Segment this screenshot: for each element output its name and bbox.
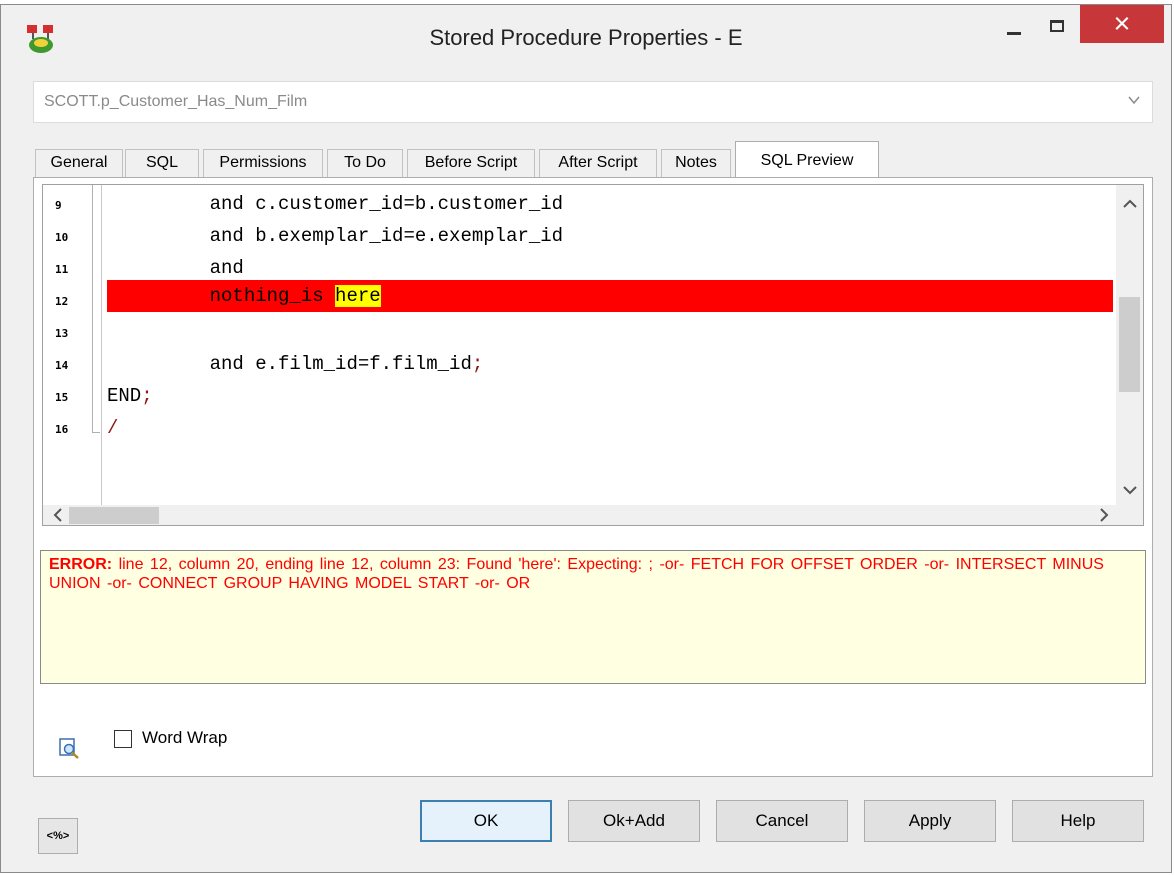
code-text: END [107,385,142,407]
line-number: 14 [55,359,69,372]
object-selector-value: SCOTT.p_Customer_Has_Num_Film [44,93,308,110]
fold-end [92,432,100,433]
minimize-button[interactable] [991,5,1041,45]
error-message: ERROR: line 12, column 20, ending line 1… [49,555,1139,593]
help-button[interactable]: Help [1012,800,1144,842]
horizontal-scrollbar[interactable] [43,505,1143,525]
object-selector-dropdown[interactable]: SCOTT.p_Customer_Has_Num_Film [33,81,1153,123]
tab-general[interactable]: General [35,149,123,177]
ok-button[interactable]: OK [420,800,552,842]
tab-strip: General SQL Permissions To Do Before Scr… [33,141,1153,179]
tab-to-do[interactable]: To Do [327,149,403,177]
code-punctuation: ; [141,385,153,407]
code-line: and c.customer_id=b.customer_id [107,193,564,215]
code-line: and [107,257,244,279]
code-punctuation: / [107,417,119,439]
line-number: 11 [55,263,69,276]
vertical-scrollbar[interactable] [1116,185,1143,505]
vertical-scroll-thumb[interactable] [1119,297,1140,392]
line-number: 13 [55,327,69,340]
apply-button[interactable]: Apply [864,800,996,842]
code-line: / [107,413,118,443]
sql-preview-page: 9 10 11 12 13 14 15 16 and c.customer_id… [33,177,1153,777]
line-number: 12 [55,295,69,308]
word-wrap-label[interactable]: Word Wrap [142,728,227,748]
scroll-left-icon[interactable] [49,506,67,524]
title-bar[interactable]: Stored Procedure Properties - E [1,5,1171,77]
tab-sql-preview[interactable]: SQL Preview [735,141,879,179]
code-text: nothing_is [107,285,336,307]
sql-editor[interactable]: 9 10 11 12 13 14 15 16 and c.customer_id… [42,184,1144,526]
error-token: here [335,285,381,307]
line-number: 15 [55,391,69,404]
scroll-down-icon[interactable] [1121,481,1139,499]
error-detail: line 12, column 20, ending line 12, colu… [49,556,1104,592]
fold-line [92,185,93,433]
word-wrap-checkbox[interactable] [114,730,132,748]
ok-add-button[interactable]: Ok+Add [568,800,700,842]
cancel-button[interactable]: Cancel [716,800,848,842]
horizontal-scroll-thumb[interactable] [69,507,159,524]
maximize-button[interactable] [1041,5,1077,45]
code-text: and e.film_id=f.film_id [107,353,472,375]
tab-notes[interactable]: Notes [661,149,731,177]
scroll-up-icon[interactable] [1121,195,1139,213]
tab-after-script[interactable]: After Script [539,149,657,177]
scroll-right-icon[interactable] [1095,506,1113,524]
code-line: and b.exemplar_id=e.exemplar_id [107,225,564,247]
line-number: 16 [55,423,69,436]
error-label: ERROR: [49,556,113,573]
line-number: 10 [55,231,69,244]
close-button[interactable] [1080,5,1164,43]
macro-button[interactable]: <%> [38,818,78,854]
tab-permissions[interactable]: Permissions [203,149,323,177]
line-number-gutter: 9 10 11 12 13 14 15 16 [43,185,102,505]
code-line: END; [107,381,153,411]
line-number: 9 [55,199,62,212]
code-punctuation: ; [471,353,484,375]
dialog-window: Stored Procedure Properties - E SCOTT.p_… [0,4,1172,873]
chevron-down-icon [1128,96,1140,105]
code-line: and e.film_id=f.film_id; [107,349,484,379]
tab-before-script[interactable]: Before Script [407,149,535,177]
code-line-error: nothing_is here [107,281,381,311]
tab-sql[interactable]: SQL [125,149,199,177]
error-panel[interactable]: ERROR: line 12, column 20, ending line 1… [40,550,1146,684]
preview-magnifier-icon[interactable] [58,736,82,760]
